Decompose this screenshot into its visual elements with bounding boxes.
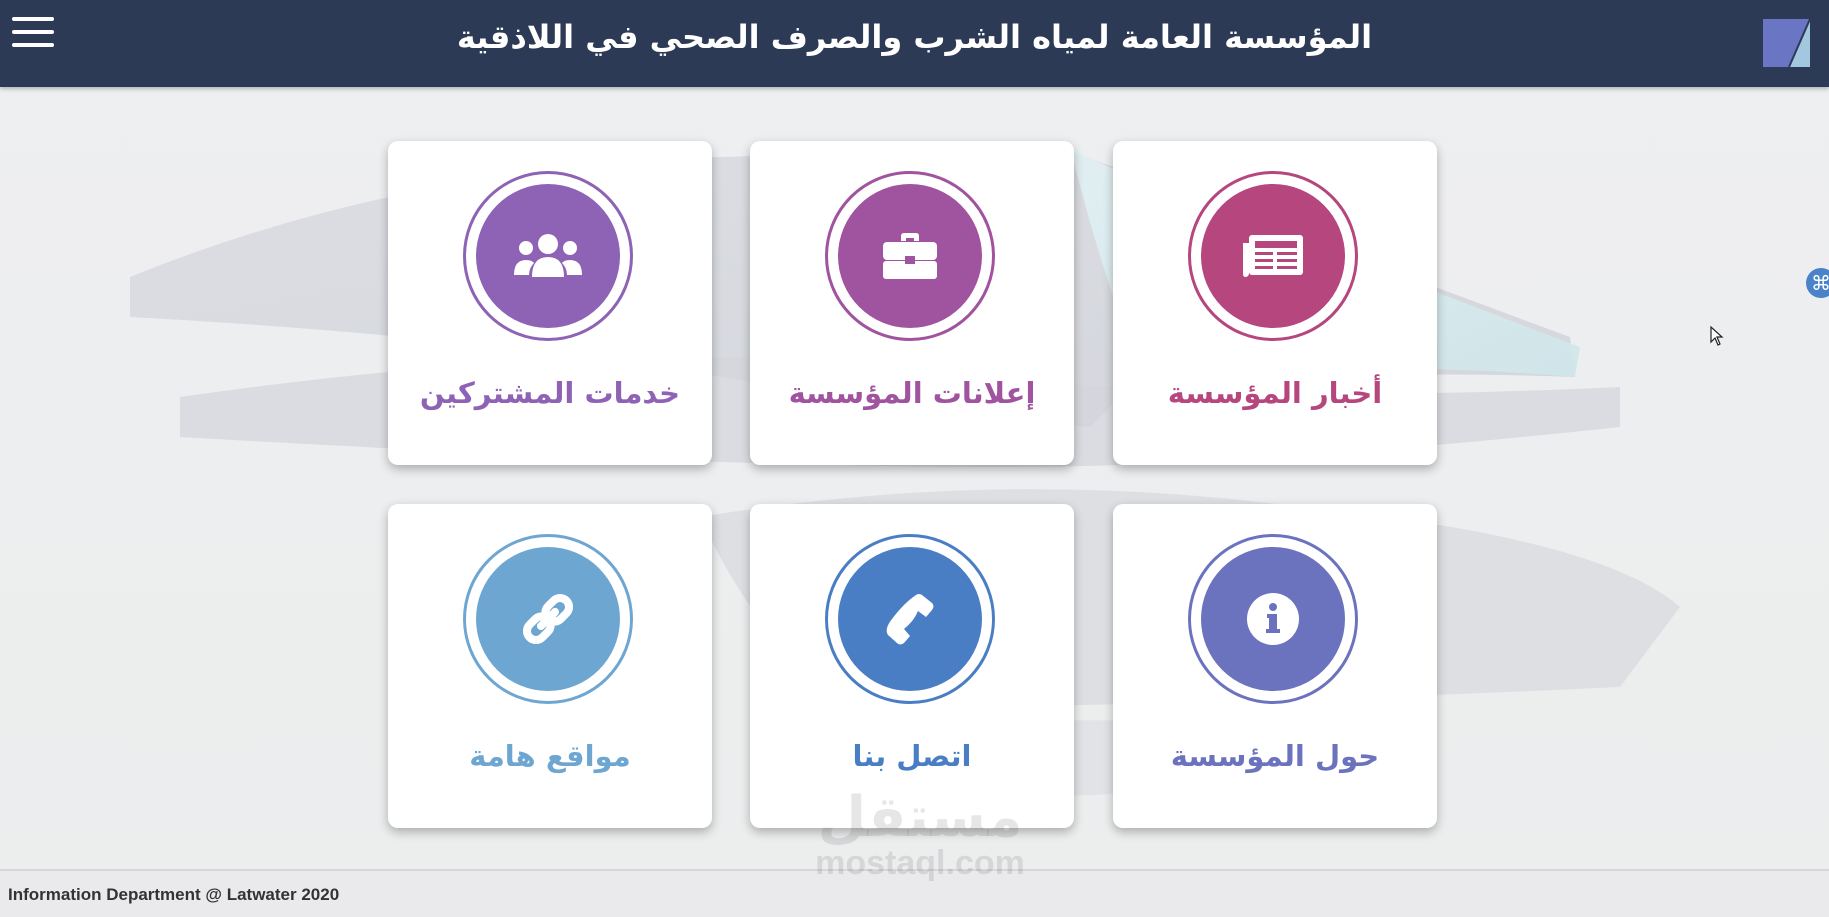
page-title: المؤسسة العامة لمياه الشرب والصرف الصحي … (456, 18, 1373, 56)
mouse-cursor-icon (1710, 326, 1724, 346)
tile-icon-ring (463, 534, 633, 704)
newspaper-icon (1201, 184, 1345, 328)
tile-label: مواقع هامة (469, 739, 631, 773)
tile-important-sites[interactable]: مواقع هامة (388, 504, 712, 828)
tile-label: حول المؤسسة (1170, 739, 1380, 773)
footer-copyright: Information Department @ Latwater 2020 (8, 885, 340, 904)
tile-label: خدمات المشتركين (419, 376, 681, 410)
tile-institution-news[interactable]: أخبار المؤسسة (1113, 141, 1437, 465)
tile-icon-ring (825, 171, 995, 341)
info-icon (1201, 547, 1345, 691)
mostaql-watermark: مستقل mostaql.com (800, 785, 1040, 882)
tile-subscriber-services[interactable]: خدمات المشتركين (388, 141, 712, 465)
briefcase-icon (838, 184, 982, 328)
users-icon (476, 184, 620, 328)
tile-label: اتصل بنا (852, 739, 972, 773)
tile-label: أخبار المؤسسة (1167, 376, 1383, 410)
tile-icon-ring (1188, 534, 1358, 704)
latwater-logo[interactable] (1763, 19, 1810, 67)
tile-about-institution[interactable]: حول المؤسسة (1113, 504, 1437, 828)
top-navigation-bar: المؤسسة العامة لمياه الشرب والصرف الصحي … (0, 0, 1829, 87)
command-icon[interactable]: ⌘ (1806, 268, 1829, 298)
tile-icon-ring (463, 171, 633, 341)
tile-icon-ring (1188, 171, 1358, 341)
tile-contact-us[interactable]: اتصل بنا (750, 504, 1074, 828)
phone-icon (838, 547, 982, 691)
tile-label: إعلانات المؤسسة (788, 376, 1036, 410)
link-icon (476, 547, 620, 691)
app-root: المؤسسة العامة لمياه الشرب والصرف الصحي … (0, 0, 1829, 917)
watermark-arabic: مستقل (817, 785, 1023, 850)
watermark-latin: mostaql.com (815, 844, 1025, 882)
tile-icon-ring (825, 534, 995, 704)
tile-institution-announcements[interactable]: إعلانات المؤسسة (750, 141, 1074, 465)
